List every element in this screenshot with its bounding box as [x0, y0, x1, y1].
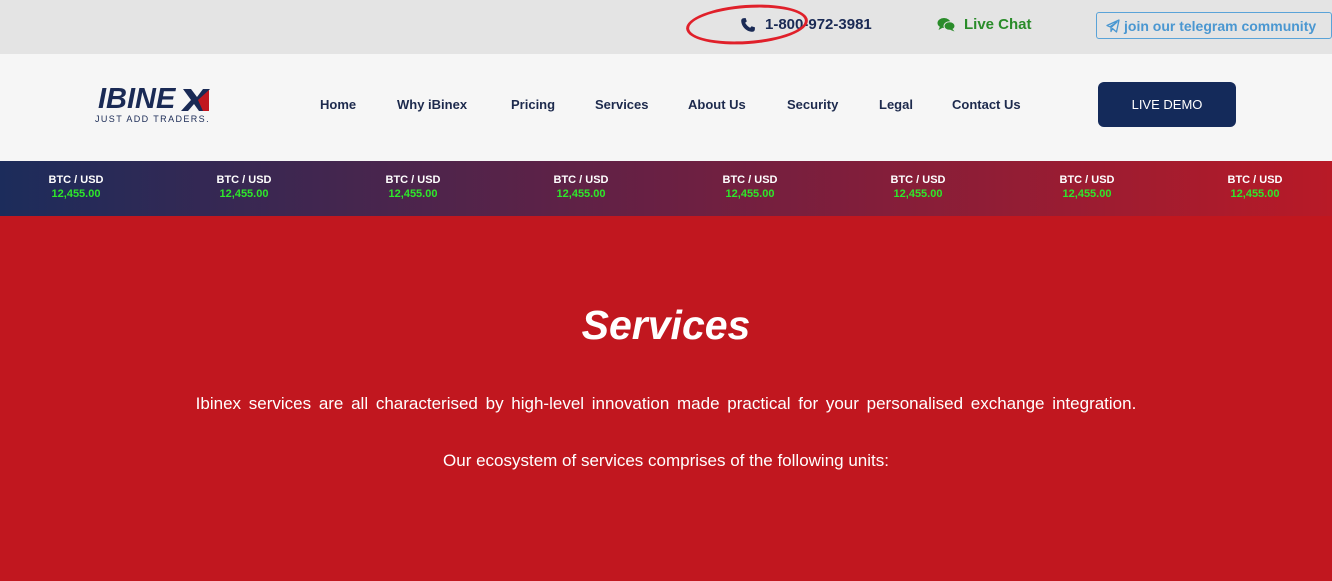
- ticker-price: 12,455.00: [556, 188, 606, 200]
- live-chat-link[interactable]: Live Chat: [937, 16, 1032, 33]
- telegram-button[interactable]: join our telegram community: [1096, 12, 1332, 39]
- page-title: Services: [581, 302, 751, 348]
- logo-tagline: JUST ADD TRADERS.: [95, 114, 210, 124]
- live-chat-label: Live Chat: [964, 16, 1032, 33]
- ticker-item[interactable]: BTC / USD 12,455.00: [1042, 174, 1132, 200]
- ticker-item[interactable]: BTC / USD 12,455.00: [705, 174, 795, 200]
- ticker-price: 12,455.00: [51, 188, 101, 200]
- ticker-price: 12,455.00: [725, 188, 775, 200]
- ticker-pair: BTC / USD: [1059, 174, 1115, 186]
- nav-services[interactable]: Services: [595, 97, 649, 112]
- services-subtitle: Our ecosystem of services comprises of t…: [443, 451, 889, 470]
- telegram-icon: [1106, 18, 1120, 33]
- price-ticker: BTC / USD 12,455.00 BTC / USD 12,455.00 …: [0, 161, 1332, 216]
- ticker-pair: BTC / USD: [553, 174, 609, 186]
- ticker-item[interactable]: BTC / USD 12,455.00: [199, 174, 289, 200]
- services-section: Services Ibinex services are all charact…: [0, 216, 1332, 581]
- ticker-pair: BTC / USD: [722, 174, 778, 186]
- ticker-item[interactable]: BTC / USD 12,455.00: [536, 174, 626, 200]
- ticker-price: 12,455.00: [219, 188, 269, 200]
- ticker-price: 12,455.00: [1230, 188, 1280, 200]
- top-bar: 1-800-972-3981 Live Chat join our telegr…: [0, 0, 1332, 54]
- ticker-item[interactable]: BTC / USD 12,455.00: [873, 174, 963, 200]
- ticker-pair: BTC / USD: [890, 174, 946, 186]
- telegram-label: join our telegram community: [1124, 17, 1317, 34]
- nav-contact-us[interactable]: Contact Us: [952, 97, 1021, 112]
- services-intro: Ibinex services are all characterised by…: [195, 394, 1137, 413]
- site-header: IBINE JUST ADD TRADERS. Home Why iBinex …: [0, 54, 1332, 161]
- ticker-item[interactable]: BTC / USD 12,455.00: [1210, 174, 1300, 200]
- live-demo-button[interactable]: LIVE DEMO: [1098, 82, 1236, 127]
- nav-home[interactable]: Home: [320, 97, 356, 112]
- chat-icon: [937, 18, 956, 32]
- ticker-pair: BTC / USD: [216, 174, 272, 186]
- ticker-pair: BTC / USD: [1227, 174, 1283, 186]
- ticker-price: 12,455.00: [388, 188, 438, 200]
- nav-why-ibinex[interactable]: Why iBinex: [397, 97, 467, 112]
- ticker-pair: BTC / USD: [48, 174, 104, 186]
- ibinex-logo[interactable]: IBINE JUST ADD TRADERS.: [95, 84, 225, 132]
- logo-wordmark: IBINE: [98, 83, 176, 115]
- ticker-item[interactable]: BTC / USD 12,455.00: [31, 174, 121, 200]
- logo-x-mark: [181, 89, 210, 111]
- annotation-circle: [684, 0, 810, 49]
- ticker-pair: BTC / USD: [385, 174, 441, 186]
- ticker-item[interactable]: BTC / USD 12,455.00: [368, 174, 458, 200]
- ticker-price: 12,455.00: [1062, 188, 1112, 200]
- nav-pricing[interactable]: Pricing: [511, 97, 555, 112]
- nav-about-us[interactable]: About Us: [688, 97, 746, 112]
- ticker-price: 12,455.00: [893, 188, 943, 200]
- nav-legal[interactable]: Legal: [879, 97, 913, 112]
- nav-security[interactable]: Security: [787, 97, 838, 112]
